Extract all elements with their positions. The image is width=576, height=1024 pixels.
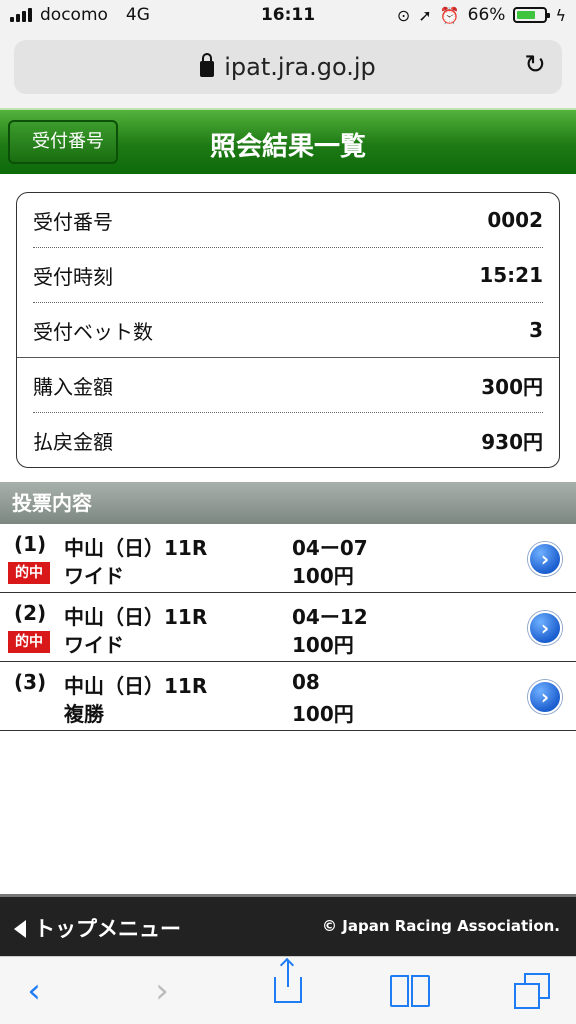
summary-row-receipt-time: 受付時刻 15:21 — [33, 248, 543, 302]
bet-row[interactable]: (3) 中山（日）11R 08 複勝 100円 › — [0, 662, 576, 731]
bet-amount: 100円 — [292, 564, 354, 588]
summary-label: 購入金額 — [33, 374, 113, 399]
bookmarks-icon[interactable] — [390, 975, 430, 1007]
alarm-icon: ⏰ — [439, 5, 460, 25]
bet-race: 中山（日）11R — [64, 536, 208, 560]
page-footer: トップメニュー © Japan Racing Association. — [0, 894, 576, 956]
url-display[interactable]: ipat.jra.go.jp — [14, 53, 562, 81]
chevron-right-icon[interactable]: › — [528, 680, 562, 714]
summary-panel: 受付番号 0002 受付時刻 15:21 受付ベット数 3 購入金額 300円 … — [16, 192, 560, 468]
bet-amount: 100円 — [292, 702, 354, 726]
bet-combination: 08 — [292, 670, 320, 694]
bet-number: (1) — [14, 532, 47, 556]
bet-number: (3) — [14, 670, 47, 694]
charging-icon: ϟ — [555, 5, 566, 25]
triangle-left-icon — [14, 920, 26, 938]
bet-race: 中山（日）11R — [64, 605, 208, 629]
rotation-lock-icon: ⊙ — [396, 5, 411, 25]
summary-value: 15:21 — [479, 263, 543, 287]
share-icon[interactable] — [274, 961, 302, 1003]
hit-badge: 的中 — [8, 631, 50, 653]
chevron-right-icon[interactable]: › — [528, 611, 562, 645]
bet-row[interactable]: (1) 中山（日）11R 04ー07 的中 ワイド 100円 › — [0, 524, 576, 593]
summary-value: 0002 — [487, 208, 543, 232]
summary-label: 受付ベット数 — [33, 319, 153, 344]
status-right: ⊙ ➚ ⏰ 66% ϟ — [397, 5, 566, 25]
location-icon: ➚ — [418, 5, 432, 25]
section-title: 投票内容 — [0, 482, 576, 524]
battery-icon — [513, 7, 551, 23]
summary-row-receipt-number: 受付番号 0002 — [33, 193, 543, 247]
url-host: ipat.jra.go.jp — [224, 53, 376, 81]
summary-label: 受付時刻 — [33, 264, 113, 289]
bet-amount: 100円 — [292, 633, 354, 657]
bet-row[interactable]: (2) 中山（日）11R 04ー12 的中 ワイド 100円 › — [0, 593, 576, 662]
summary-label: 払戻金額 — [33, 429, 113, 454]
top-menu-link[interactable]: トップメニュー — [14, 913, 181, 943]
browser-toolbar: ‹ › — [0, 956, 576, 1024]
status-bar: docomo 4G 16:11 ⊙ ➚ ⏰ 66% ϟ — [0, 0, 576, 32]
summary-label: 受付番号 — [33, 209, 113, 234]
chevron-right-icon[interactable]: › — [528, 542, 562, 576]
top-menu-label: トップメニュー — [34, 917, 181, 941]
copyright: © Japan Racing Association. — [322, 917, 560, 935]
bet-combination: 04ー07 — [292, 536, 368, 560]
battery-percent: 66% — [467, 5, 506, 25]
address-bar[interactable]: ipat.jra.go.jp ↻ — [14, 40, 562, 94]
page-title: 照会結果一覧 — [209, 132, 366, 162]
browser-chrome: ipat.jra.go.jp ↻ — [0, 32, 576, 108]
bet-combination: 04ー12 — [292, 605, 368, 629]
back-icon[interactable]: ‹ — [14, 971, 54, 1011]
summary-value: 300円 — [481, 374, 543, 399]
bet-type: ワイド — [64, 633, 124, 657]
page-header: 受付番号 照会結果一覧 — [0, 108, 576, 174]
summary-row-purchase-amount: 購入金額 300円 — [33, 358, 543, 412]
bet-race: 中山（日）11R — [64, 674, 208, 698]
reload-icon[interactable]: ↻ — [520, 50, 550, 80]
summary-row-bet-count: 受付ベット数 3 — [33, 303, 543, 357]
summary-value: 3 — [529, 318, 543, 342]
bet-type: ワイド — [64, 564, 124, 588]
bet-number: (2) — [14, 601, 47, 625]
forward-icon[interactable]: › — [142, 971, 182, 1011]
summary-value: 930円 — [481, 429, 543, 454]
lock-icon — [200, 53, 215, 77]
hit-badge: 的中 — [8, 562, 50, 584]
summary-row-payout-amount: 払戻金額 930円 — [33, 413, 543, 467]
tabs-icon[interactable] — [514, 973, 550, 1009]
bet-type: 複勝 — [64, 702, 104, 726]
